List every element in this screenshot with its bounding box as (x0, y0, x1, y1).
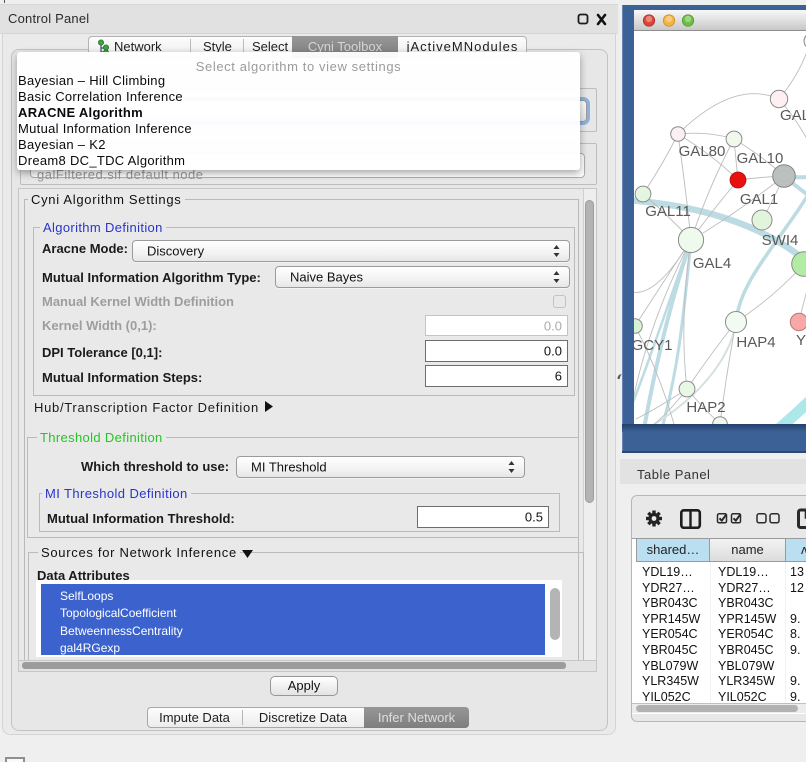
svg-text:SWI4: SWI4 (762, 232, 799, 249)
svg-text:HAP4: HAP4 (736, 334, 775, 351)
svg-text:GAL80: GAL80 (679, 143, 726, 160)
svg-text:GAL1: GAL1 (740, 191, 778, 208)
svg-text:YJ: YJ (796, 332, 806, 349)
svg-text:GAL2: GAL2 (780, 107, 806, 124)
svg-text:GCY1: GCY1 (634, 337, 672, 354)
svg-text:HAP2: HAP2 (686, 399, 725, 416)
svg-text:GAL11: GAL11 (645, 203, 691, 220)
svg-text:GAL10: GAL10 (737, 150, 784, 167)
svg-text:GAL4: GAL4 (693, 255, 731, 272)
